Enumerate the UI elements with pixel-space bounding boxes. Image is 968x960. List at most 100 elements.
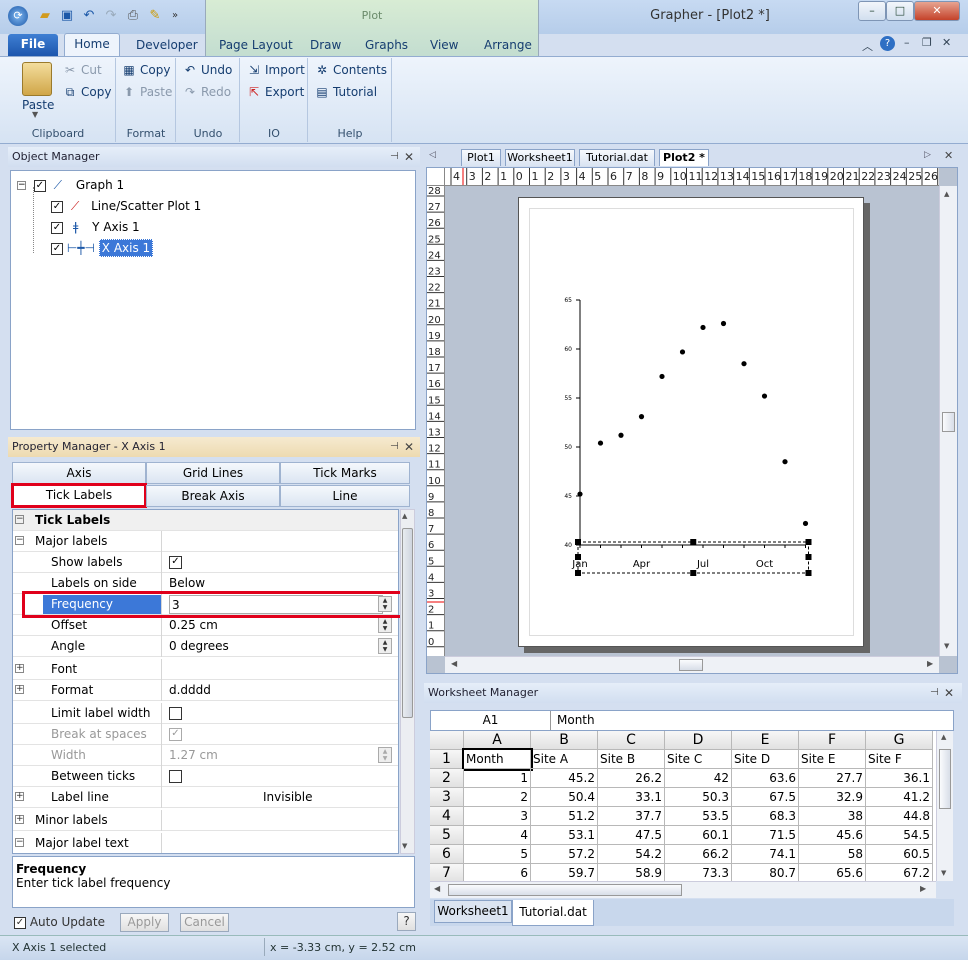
pin-icon[interactable]: ⊣ <box>390 151 399 162</box>
prop-row-show-labels[interactable]: Show labels ✓ <box>13 552 398 573</box>
column-header[interactable]: A <box>464 731 531 750</box>
scroll-up-icon[interactable]: ▲ <box>402 512 407 520</box>
data-point[interactable] <box>659 373 665 380</box>
selection-handle[interactable] <box>690 539 697 545</box>
doc-restore-icon[interactable]: ❐ <box>922 36 932 49</box>
tree-item-x-axis[interactable]: ✓ ⊢┿⊣ X Axis 1 <box>51 238 154 258</box>
collapse-ribbon-icon[interactable]: ︿ <box>862 38 873 54</box>
column-header[interactable]: B <box>531 731 598 750</box>
grid-cell[interactable]: 59.7 <box>531 864 598 881</box>
scroll-thumb[interactable] <box>402 528 413 718</box>
grid-cell[interactable]: 36.1 <box>866 769 933 788</box>
tab-grid-lines[interactable]: Grid Lines <box>146 462 280 484</box>
doc-tab-tutorial-dat[interactable]: Tutorial.dat <box>579 149 655 166</box>
tab-tick-marks[interactable]: Tick Marks <box>280 462 410 484</box>
row-header[interactable]: 6 <box>430 845 464 864</box>
expand-icon[interactable]: + <box>15 792 24 801</box>
grid-cell[interactable]: 47.5 <box>598 826 665 845</box>
tab-developer[interactable]: Developer <box>128 36 206 56</box>
tab-home[interactable]: Home <box>64 33 120 57</box>
break-spaces-checkbox[interactable]: ✓ <box>169 728 182 741</box>
cut-button[interactable]: ✂ Cut <box>62 61 102 79</box>
expand-icon[interactable]: + <box>15 685 24 694</box>
data-point[interactable] <box>700 324 706 331</box>
select-all-corner[interactable] <box>430 731 464 750</box>
tab-break-axis[interactable]: Break Axis <box>146 485 280 507</box>
data-point[interactable] <box>761 393 768 399</box>
column-header[interactable]: F <box>799 731 866 750</box>
expand-icon[interactable]: + <box>15 664 24 673</box>
grid-cell[interactable]: 63.6 <box>732 769 799 788</box>
copy-button[interactable]: ⧉ Copy <box>62 83 112 101</box>
sheet-tab-worksheet1[interactable]: Worksheet1 <box>434 900 512 923</box>
selection-handle[interactable] <box>690 570 697 576</box>
checkbox-checked-icon[interactable]: ✓ <box>33 179 46 192</box>
grid-cell[interactable]: 74.1 <box>732 845 799 864</box>
row-header[interactable]: 5 <box>430 826 464 845</box>
import-button[interactable]: ⇲ Import <box>246 61 305 79</box>
spin-buttons[interactable]: ▲ ▼ <box>378 617 392 633</box>
print-icon[interactable]: ⎙ <box>124 8 142 24</box>
grid-cell[interactable]: 58 <box>799 845 866 864</box>
export-button[interactable]: ⇱ Export <box>246 83 304 101</box>
doc-close-icon[interactable]: ✕ <box>942 36 951 49</box>
data-point[interactable] <box>782 459 788 465</box>
scroll-thumb[interactable] <box>939 749 951 809</box>
selection-handle[interactable] <box>575 554 581 560</box>
scroll-up-icon[interactable]: ▲ <box>941 733 946 741</box>
grid-cell[interactable]: Site B <box>598 750 665 769</box>
close-button[interactable]: ✕ <box>914 1 960 21</box>
tab-page-layout[interactable]: Page Layout <box>211 36 301 56</box>
customize-qat-icon[interactable]: » <box>166 8 184 24</box>
grid-cell[interactable]: 66.2 <box>665 845 732 864</box>
scroll-left-icon[interactable]: ◀ <box>451 659 457 668</box>
grid-cell[interactable]: 2 <box>464 788 531 807</box>
save-icon[interactable]: ▣ <box>58 8 76 24</box>
tab-line[interactable]: Line <box>280 485 410 507</box>
spin-buttons[interactable]: ▲ ▼ <box>378 638 392 654</box>
paste-button[interactable]: Paste <box>22 96 54 114</box>
worksheet-grid[interactable]: A B C D E F G 1 Month Site A Site B Site C Site D Sit… <box>430 731 936 881</box>
checkbox-checked-icon[interactable]: ✓ <box>51 200 63 213</box>
column-header[interactable]: C <box>598 731 665 750</box>
selection-handle[interactable] <box>575 570 581 576</box>
tab-axis[interactable]: Axis <box>12 462 146 484</box>
tab-draw[interactable]: Draw <box>302 36 349 56</box>
data-point[interactable] <box>577 491 583 497</box>
grid-cell[interactable]: Site E <box>799 750 866 769</box>
open-icon[interactable]: ▰ <box>36 8 54 24</box>
grid-cell[interactable]: 4 <box>464 826 531 845</box>
undo-button[interactable]: ↶ Undo <box>182 61 232 79</box>
doc-tab-worksheet1[interactable]: Worksheet1 <box>505 149 575 166</box>
grid-cell[interactable]: 80.7 <box>732 864 799 881</box>
pin-icon[interactable]: ⊣ <box>390 441 399 452</box>
worksheet-vertical-scrollbar[interactable]: ▲ ▼ <box>936 731 953 881</box>
worksheet-horizontal-scrollbar[interactable]: ◀ ▶ <box>430 881 936 898</box>
grid-cell[interactable]: 65.6 <box>799 864 866 881</box>
prop-row-font[interactable]: + Font <box>13 659 398 680</box>
grid-cell[interactable]: 73.3 <box>665 864 732 881</box>
grid-cell[interactable]: 45.2 <box>531 769 598 788</box>
close-icon[interactable]: ✕ <box>404 440 414 454</box>
row-header[interactable]: 1 <box>430 750 464 769</box>
grid-cell[interactable]: 71.5 <box>732 826 799 845</box>
show-labels-checkbox[interactable]: ✓ <box>169 556 182 569</box>
pin-icon[interactable]: ⊣ <box>930 687 939 698</box>
data-point[interactable] <box>720 320 727 327</box>
data-point[interactable] <box>741 361 747 367</box>
doc-tab-plot2[interactable]: Plot2 * <box>659 149 709 166</box>
redo-icon[interactable]: ↷ <box>102 8 120 24</box>
prop-row-break-at-spaces[interactable]: Break at spaces ✓ <box>13 724 398 745</box>
grid-cell[interactable]: 42 <box>665 769 732 788</box>
grid-cell[interactable]: 41.2 <box>866 788 933 807</box>
maximize-button[interactable]: □ <box>886 1 914 21</box>
grid-cell[interactable]: 53.5 <box>665 807 732 826</box>
selection-handle[interactable] <box>575 539 581 545</box>
grid-cell[interactable]: 5 <box>464 845 531 864</box>
scroll-right-icon[interactable]: ▶ <box>920 884 926 893</box>
new-icon[interactable]: ✎ <box>146 8 164 24</box>
scroll-thumb[interactable] <box>448 884 682 896</box>
collapse-icon[interactable]: − <box>15 515 24 524</box>
plot-page[interactable]: 65 60 55 50 45 40 Jan Apr Jul Oct <box>518 197 864 647</box>
data-point[interactable] <box>638 414 645 420</box>
